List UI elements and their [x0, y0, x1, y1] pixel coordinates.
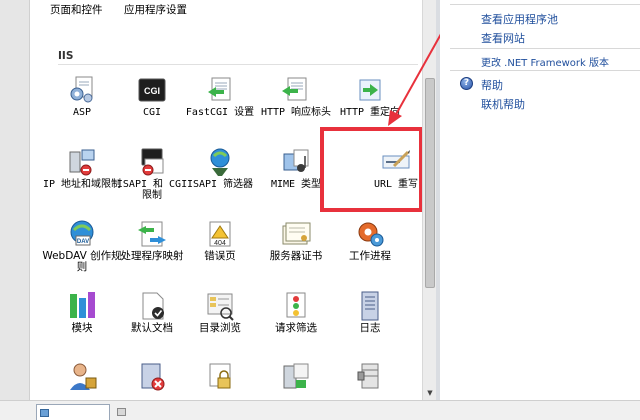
feature-label: WebDAV 创作规则: [42, 250, 122, 273]
request-filtering-icon: [286, 292, 306, 318]
error-pages-icon: 404: [209, 221, 231, 247]
handler-mappings-icon: [138, 221, 166, 247]
webdav-icon: DAV: [70, 220, 94, 246]
category-app-settings[interactable]: 应用程序设置: [124, 2, 187, 17]
tab-content-view[interactable]: [114, 404, 194, 420]
feature-asp[interactable]: ASP: [42, 74, 122, 146]
category-pages-controls[interactable]: 页面和控件: [50, 2, 103, 17]
feature-authorization-rules[interactable]: [180, 360, 260, 400]
svg-text:DAV: DAV: [77, 239, 89, 245]
svg-text:CGI: CGI: [144, 86, 160, 96]
mime-types-icon: [283, 149, 309, 172]
feature-label: 服务器证书: [269, 250, 323, 262]
feature-ip-domain-restrictions[interactable]: IP 地址和域限制: [42, 146, 122, 218]
cgi-icon: CGI: [138, 78, 166, 102]
content-view-icon: [117, 408, 126, 416]
tab-features-view[interactable]: [36, 404, 110, 420]
failed-request-tracing-icon: [141, 363, 165, 391]
feature-label: 错误页: [204, 250, 236, 262]
actions-divider: [450, 48, 640, 49]
actions-divider: [450, 4, 640, 5]
asp-icon: [70, 76, 93, 103]
features-view-icon: [40, 409, 49, 417]
view-tabs-bar: [0, 400, 640, 420]
fastcgi-settings-icon: [208, 77, 231, 101]
highlight-box: [320, 127, 422, 212]
left-margin: [0, 0, 30, 400]
features-list: 页面和控件 应用程序设置 IIS ASP CGI CGI FastCGI 设置 …: [30, 0, 422, 400]
feature-directory-browsing[interactable]: 目录浏览: [180, 290, 260, 362]
feature-fastcgi[interactable]: FastCGI 设置: [180, 74, 260, 146]
feature-isapi-filters[interactable]: ISAPI 筛选器: [180, 146, 260, 218]
server-certificates-icon: [282, 222, 311, 245]
feature-label: ASP: [72, 107, 92, 118]
view-app-pools-link[interactable]: 查看应用程序池: [481, 11, 558, 27]
svg-text:404: 404: [214, 240, 226, 247]
isapi-filters-icon: [210, 148, 230, 176]
feature-compression[interactable]: [330, 360, 410, 400]
compression-icon: [357, 363, 379, 389]
feature-label: 请求筛选: [275, 322, 317, 334]
feature-output-caching[interactable]: [256, 360, 336, 400]
lock-icon: [209, 363, 231, 389]
ip-domain-restrictions-icon: [69, 149, 95, 176]
feature-label: HTTP 响应标头: [260, 107, 332, 118]
group-header-iis[interactable]: IIS: [58, 50, 73, 62]
http-response-headers-icon: [282, 77, 307, 101]
feature-worker-processes[interactable]: 工作进程: [330, 218, 410, 290]
feature-request-filtering[interactable]: 请求筛选: [256, 290, 336, 362]
feature-label: ISAPI 筛选器: [186, 179, 254, 190]
feature-server-certificates[interactable]: 服务器证书: [256, 218, 336, 290]
feature-error-pages[interactable]: 404 错误页: [180, 218, 260, 290]
feature-label: 日志: [359, 322, 381, 334]
feature-modules[interactable]: 模块: [42, 290, 122, 362]
output-caching-icon: [283, 363, 309, 389]
worker-processes-icon: [358, 222, 384, 247]
directory-browsing-icon: [207, 293, 234, 321]
view-sites-link[interactable]: 查看网站: [481, 30, 525, 46]
online-help-link[interactable]: 联机帮助: [481, 96, 525, 112]
isapi-cgi-restrictions-icon: [141, 148, 164, 176]
actions-pane: 查看应用程序池 查看网站 更改 .NET Framework 版本 ? 帮助 联…: [440, 0, 640, 400]
change-framework-link[interactable]: 更改 .NET Framework 版本: [481, 54, 609, 69]
help-icon[interactable]: ?: [460, 77, 473, 90]
feature-label: FastCGI 设置: [185, 107, 255, 118]
help-link[interactable]: 帮助: [481, 77, 503, 93]
modules-icon: [70, 292, 95, 318]
feature-label: 工作进程: [349, 250, 391, 262]
feature-label: 目录浏览: [199, 322, 241, 334]
feature-authentication[interactable]: [42, 360, 122, 400]
actions-divider: [450, 70, 640, 71]
logging-icon: [361, 291, 379, 321]
scroll-down-icon[interactable]: ▼: [423, 386, 437, 400]
feature-webdav-authoring-rules[interactable]: DAV WebDAV 创作规则: [42, 218, 122, 290]
features-view-panel: 页面和控件 应用程序设置 IIS ASP CGI CGI FastCGI 设置 …: [0, 0, 440, 400]
feature-label: 模块: [71, 322, 93, 334]
users-icon: [70, 363, 97, 390]
feature-label: IP 地址和域限制: [42, 179, 122, 190]
feature-logging[interactable]: 日志: [330, 290, 410, 362]
default-document-icon: [142, 292, 164, 320]
group-divider: [58, 64, 418, 65]
